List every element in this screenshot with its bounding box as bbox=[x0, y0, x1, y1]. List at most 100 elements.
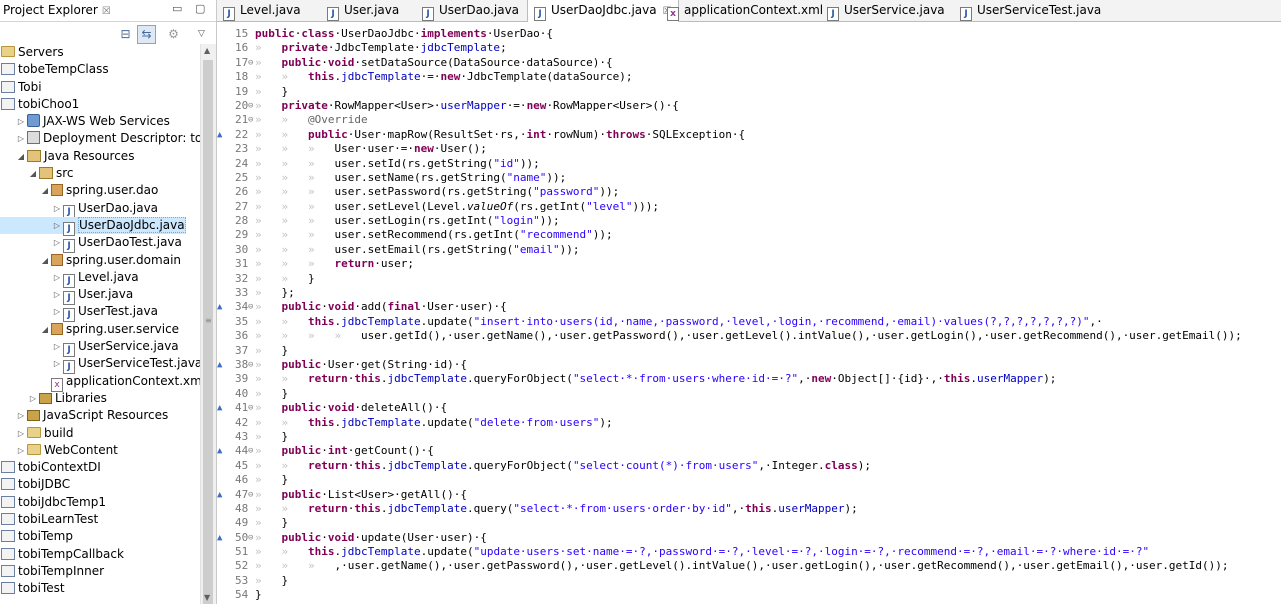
override-marker-icon[interactable]: ▲ bbox=[217, 128, 222, 142]
expanded-arrow-icon[interactable]: ◢ bbox=[28, 165, 38, 182]
collapsed-arrow-icon[interactable]: ▷ bbox=[52, 200, 62, 217]
tree-item[interactable]: ▷ J Level.java bbox=[0, 269, 200, 288]
code-line[interactable]: 42» » this.jdbcTemplate.update("delete·f… bbox=[235, 416, 1242, 430]
tree-item[interactable]: ◢ Java Resources bbox=[0, 148, 200, 165]
code-line[interactable]: 54} bbox=[235, 588, 1242, 602]
fold-toggle-icon[interactable]: ⊖ bbox=[248, 531, 253, 545]
tree-item[interactable]: ▷ J UserServiceTest.java bbox=[0, 355, 202, 375]
code-line[interactable]: 26 » » » user.setPassword(rs.getString("p… bbox=[235, 185, 1242, 199]
code-line[interactable]: 46 » } bbox=[235, 473, 1242, 487]
collapsed-arrow-icon[interactable]: ▷ bbox=[52, 355, 62, 372]
code-line[interactable]: 33 » }; bbox=[235, 286, 1242, 300]
tree-item[interactable]: ▷ JavaScript Resources bbox=[0, 407, 200, 424]
code-line[interactable]: ▲ 47 ⊖» public·List<User>·getAll()·{ bbox=[217, 488, 1242, 502]
code-line[interactable]: 29 » » » user.setRecommend(rs.getInt("rec… bbox=[235, 228, 1242, 242]
collapsed-arrow-icon[interactable]: ▷ bbox=[52, 303, 62, 320]
code-line[interactable]: 37 » } bbox=[235, 344, 1242, 358]
tree-item[interactable]: ◢ spring.user.service bbox=[0, 321, 200, 338]
code-line[interactable]: 30 » » » user.setEmail(rs.getString("emai… bbox=[235, 243, 1242, 257]
tree-item[interactable]: ▷ JAX-WS Web Services bbox=[0, 113, 200, 130]
code-line[interactable]: 28 » » » user.setLogin(rs.getInt("login")… bbox=[235, 214, 1242, 228]
scrollbar-thumb[interactable] bbox=[203, 60, 213, 604]
tab-userservicetest-java[interactable]: J UserServiceTest.java bbox=[960, 0, 1101, 21]
tab-applicationcontext-xml[interactable]: x applicationContext.xml bbox=[667, 0, 823, 21]
fold-toggle-icon[interactable]: ⊖ bbox=[248, 99, 253, 113]
tree-item[interactable]: ▷ J User.java bbox=[0, 286, 200, 306]
tab-userdaojdbc-java[interactable]: JUserDaoJdbc.java☒ bbox=[527, 0, 679, 22]
code-line[interactable]: 48» » return·this.jdbcTemplate.query("se… bbox=[235, 502, 1242, 516]
tree-item[interactable]: ▷ J UserDaoJdbc.java bbox=[0, 216, 186, 236]
code-line[interactable]: 25 » » » user.setName(rs.getString("name"… bbox=[235, 171, 1242, 185]
collapsed-arrow-icon[interactable]: ▷ bbox=[52, 269, 62, 286]
code-line[interactable]: 32 » » } bbox=[235, 272, 1242, 286]
tree-item[interactable]: tobeTempClass bbox=[0, 61, 200, 78]
code-line[interactable]: ▲ 50 ⊖» public·void·update(User·user)·{ bbox=[217, 531, 1242, 545]
tree-item[interactable]: tobiTempInner bbox=[0, 563, 200, 580]
tree-item[interactable]: tobiChoo1 bbox=[0, 96, 200, 113]
code-line[interactable]: 20 ⊖» private·RowMapper<User>·userMapper·… bbox=[235, 99, 1242, 113]
collapsed-arrow-icon[interactable]: ▷ bbox=[52, 338, 62, 355]
collapsed-arrow-icon[interactable]: ▷ bbox=[28, 390, 38, 407]
explorer-scrollbar[interactable]: ▲ ≡ ▼ bbox=[200, 44, 216, 604]
code-line[interactable]: 51» » this.jdbcTemplate.update("update·u… bbox=[235, 545, 1242, 559]
tree-item[interactable]: ▷ J UserTest.java bbox=[0, 303, 200, 323]
tree-item[interactable]: tobiJdbcTemp1 bbox=[0, 494, 200, 511]
tree-item[interactable]: tobiTempCallback bbox=[0, 546, 200, 563]
tree-item[interactable]: tobiContextDI bbox=[0, 459, 200, 476]
code-line[interactable]: 19 » } bbox=[235, 85, 1242, 99]
collapsed-arrow-icon[interactable]: ▷ bbox=[16, 407, 26, 424]
fold-toggle-icon[interactable]: ⊖ bbox=[248, 113, 253, 127]
fold-toggle-icon[interactable]: ⊖ bbox=[248, 56, 253, 70]
code-line[interactable]: 53 » } bbox=[235, 574, 1242, 588]
override-marker-icon[interactable]: ▲ bbox=[217, 401, 222, 415]
collapsed-arrow-icon[interactable]: ▷ bbox=[16, 442, 26, 459]
code-line[interactable]: ▲ 38 ⊖» public·User·get(String·id)·{ bbox=[217, 358, 1242, 372]
tree-item[interactable]: ◢ spring.user.domain bbox=[0, 252, 200, 269]
tree-item[interactable]: tobiJDBC bbox=[0, 476, 200, 493]
tree-item[interactable]: ◢ src bbox=[0, 165, 200, 182]
expanded-arrow-icon[interactable]: ◢ bbox=[40, 252, 50, 269]
tree-item[interactable]: Tobi bbox=[0, 79, 200, 96]
tree-item[interactable]: ▷ Libraries bbox=[0, 390, 200, 407]
override-marker-icon[interactable]: ▲ bbox=[217, 444, 222, 458]
collapsed-arrow-icon[interactable]: ▷ bbox=[16, 130, 26, 147]
tree-item[interactable]: ▷ J UserDaoTest.java bbox=[0, 234, 200, 254]
collapsed-arrow-icon[interactable]: ▷ bbox=[16, 425, 26, 442]
override-marker-icon[interactable]: ▲ bbox=[217, 488, 222, 502]
tree-item[interactable]: tobiTest bbox=[0, 580, 200, 597]
code-line[interactable]: 24 » » » user.setId(rs.getString("id")); bbox=[235, 157, 1242, 171]
code-line[interactable]: 18» » this.jdbcTemplate·=·new·JdbcTempla… bbox=[235, 70, 1242, 84]
tree-item[interactable]: ▷ WebContent bbox=[0, 442, 200, 459]
tree-item[interactable]: ▷ J UserDao.java bbox=[0, 200, 200, 219]
code-line[interactable]: ▲ 41 ⊖» public·void·deleteAll()·{ bbox=[217, 401, 1242, 415]
expanded-arrow-icon[interactable]: ◢ bbox=[16, 148, 26, 165]
link-with-editor-icon[interactable]: ⇆ bbox=[137, 25, 156, 44]
code-line[interactable]: 31 » » » return·user; bbox=[235, 257, 1242, 271]
tree-item[interactable]: ▷ build bbox=[0, 425, 200, 442]
code-line[interactable]: ▲ 44 ⊖» public·int·getCount()·{ bbox=[217, 444, 1242, 458]
tab-user-java[interactable]: J User.java bbox=[327, 0, 399, 21]
code-editor[interactable]: 15 public·class·UserDaoJdbc·implements·Us… bbox=[217, 22, 1281, 604]
code-line[interactable]: 35» » this.jdbcTemplate.update("insert·i… bbox=[235, 315, 1242, 329]
collapsed-arrow-icon[interactable]: ▷ bbox=[16, 113, 26, 130]
fold-toggle-icon[interactable]: ⊖ bbox=[248, 401, 253, 415]
fold-toggle-icon[interactable]: ⊖ bbox=[248, 488, 253, 502]
expanded-arrow-icon[interactable]: ◢ bbox=[40, 182, 50, 199]
scroll-down-icon[interactable]: ▼ bbox=[204, 593, 210, 602]
tree-item[interactable]: ▷ Deployment Descriptor: tobiCh bbox=[0, 130, 216, 147]
code-line[interactable]: 27 » » » user.setLevel(Level.valueOf(rs.g… bbox=[235, 200, 1242, 214]
project-explorer-title[interactable]: Project Explorer ☒ bbox=[3, 3, 111, 17]
fold-toggle-icon[interactable]: ⊖ bbox=[248, 358, 253, 372]
override-marker-icon[interactable]: ▲ bbox=[217, 531, 222, 545]
code-line[interactable]: 40 » } bbox=[235, 387, 1242, 401]
tab-userdao-java[interactable]: J UserDao.java bbox=[422, 0, 519, 21]
fold-toggle-icon[interactable]: ⊖ bbox=[248, 444, 253, 458]
code-line[interactable]: 17 ⊖» public·void·setDataSource(DataSourc… bbox=[235, 56, 1242, 70]
override-marker-icon[interactable]: ▲ bbox=[217, 300, 222, 314]
view-menu-icon[interactable]: ▽ bbox=[192, 25, 211, 44]
tree-item[interactable]: ▷ J UserService.java bbox=[0, 338, 200, 358]
tree-item[interactable]: x applicationContext.xml bbox=[0, 373, 205, 392]
code-line[interactable]: 36 » » » » user.getId(),·user.getName(),·… bbox=[235, 329, 1242, 343]
code-line[interactable]: 23 » » » User·user·=·new·User(); bbox=[235, 142, 1242, 156]
code-line[interactable]: 43 » } bbox=[235, 430, 1242, 444]
